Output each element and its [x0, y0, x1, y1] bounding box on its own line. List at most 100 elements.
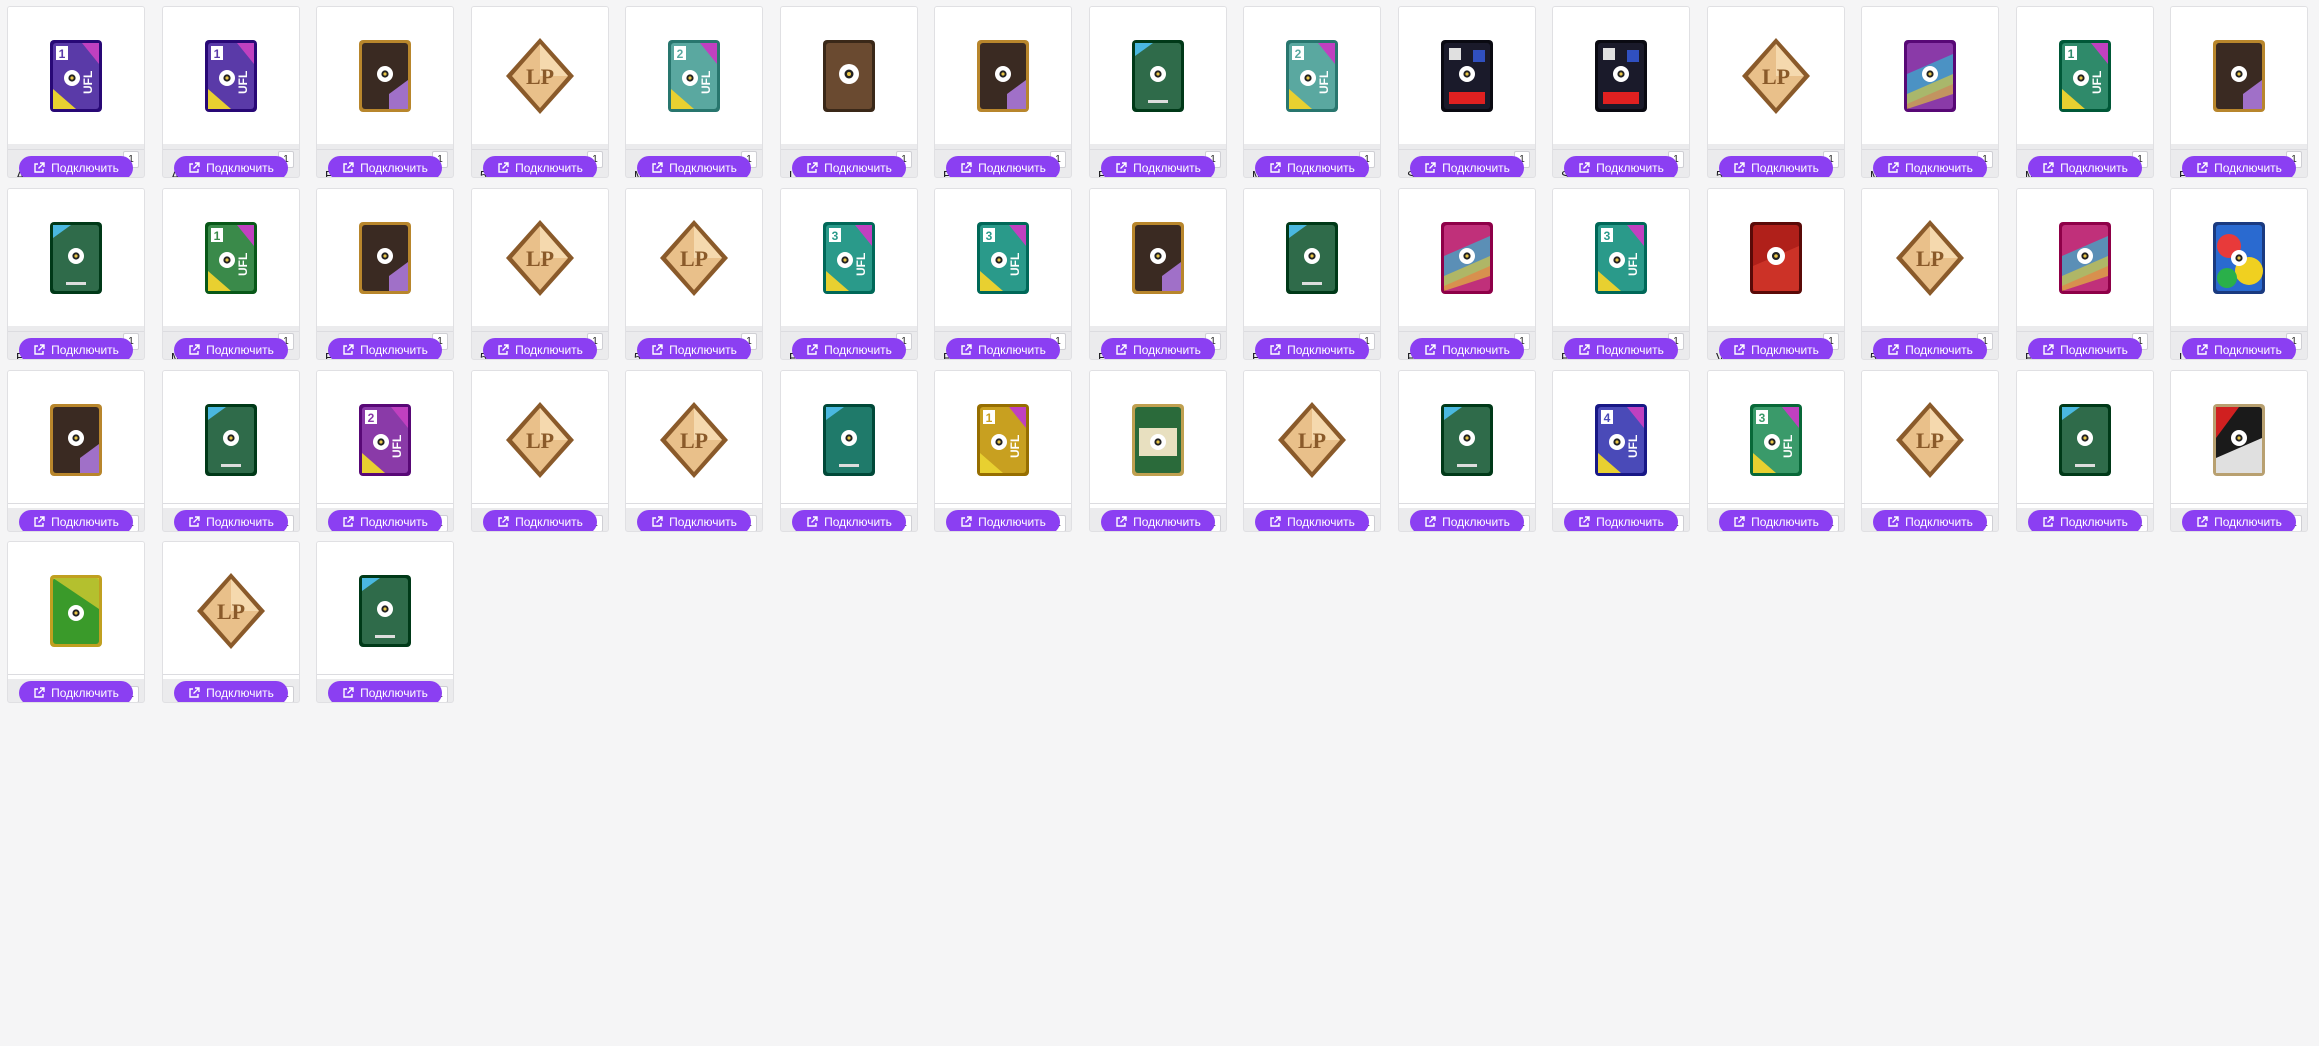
connect-button[interactable]: Подключить [483, 338, 597, 359]
connect-button[interactable]: Подключить [1101, 156, 1215, 177]
pack-card: 1UFL1April GC Pack 1 LabПодключить [7, 6, 145, 178]
connect-button[interactable]: Подключить [19, 156, 133, 177]
external-link-icon [1733, 162, 1745, 174]
connect-button[interactable]: Подключить [174, 338, 288, 359]
connect-button[interactable]: Подключить [2182, 156, 2296, 177]
connect-button[interactable]: Подключить [2028, 510, 2142, 531]
external-link-icon [33, 344, 45, 356]
external-link-icon [1424, 516, 1436, 528]
pack-card: 1Latam packПодключить [2170, 188, 2308, 360]
svg-text:1: 1 [59, 47, 66, 61]
connect-button[interactable]: Подключить [946, 510, 1060, 531]
pack-image: 3 UFL [781, 189, 917, 326]
connect-button-label: Подключить [1287, 515, 1355, 529]
pack-card: 3UFL1February 26 GCПодключить [780, 188, 918, 360]
pack-card: 2UFL1March GC Pack 2 LabПодключить [625, 6, 763, 178]
connect-button[interactable]: Подключить [19, 681, 133, 702]
divider [317, 331, 453, 332]
connect-button[interactable]: Подключить [2182, 338, 2296, 359]
connect-button-label: Подключить [978, 343, 1046, 357]
pack-card: 1March 26 League PackПодключить [1861, 6, 1999, 178]
divider [8, 331, 144, 332]
pack-card: 2UFL1March GC Pack 2 LabПодключить [1243, 6, 1381, 178]
connect-button[interactable]: Подключить [1564, 510, 1678, 531]
external-link-icon [1887, 516, 1899, 528]
pack-card: 1Saudi packПодключить [1089, 370, 1227, 532]
external-link-icon [2042, 162, 2054, 174]
connect-button[interactable]: Подключить [1564, 338, 1678, 359]
pack-card: LP150 LPПодключить [625, 370, 763, 532]
connect-button[interactable]: Подключить [2028, 156, 2142, 177]
divider [1399, 149, 1535, 150]
divider [317, 674, 453, 675]
divider [1553, 149, 1689, 150]
connect-button[interactable]: Подключить [1564, 156, 1678, 177]
pack-card: 1Enhanced LP PackПодключить [7, 370, 145, 532]
connect-button[interactable]: Подключить [174, 156, 288, 177]
svg-text:LP: LP [680, 428, 708, 453]
pack-image [1090, 371, 1226, 508]
connect-button[interactable]: Подключить [1410, 156, 1524, 177]
connect-button[interactable]: Подключить [2182, 510, 2296, 531]
connect-button[interactable]: Подключить [792, 156, 906, 177]
connect-button[interactable]: Подключить [792, 338, 906, 359]
connect-button[interactable]: Подключить [19, 338, 133, 359]
pack-image [1553, 7, 1689, 144]
connect-button[interactable]: Подключить [1410, 338, 1524, 359]
connect-button[interactable]: Подключить [1873, 510, 1987, 531]
connect-button[interactable]: Подключить [2028, 338, 2142, 359]
connect-button[interactable]: Подключить [328, 681, 442, 702]
connect-button[interactable]: Подключить [1719, 338, 1833, 359]
svg-text:1: 1 [2068, 47, 2075, 61]
connect-button[interactable]: Подключить [1873, 156, 1987, 177]
connect-button[interactable]: Подключить [637, 156, 751, 177]
connect-button[interactable]: Подключить [1101, 510, 1215, 531]
external-link-icon [188, 344, 200, 356]
connect-button[interactable]: Подключить [19, 510, 133, 531]
divider [1708, 331, 1844, 332]
connect-button[interactable]: Подключить [328, 338, 442, 359]
connect-button[interactable]: Подключить [1719, 510, 1833, 531]
svg-text:2: 2 [677, 47, 684, 61]
pack-card: 1UFL1April GC Pack 1 LabПодключить [162, 6, 300, 178]
connect-button[interactable]: Подключить [946, 156, 1060, 177]
connect-button-label: Подключить [515, 343, 583, 357]
svg-text:UFL: UFL [1317, 70, 1331, 93]
connect-button[interactable]: Подключить [328, 510, 442, 531]
pack-grid: 1UFL1April GC Pack 1 LabПодключить1UFL1A… [0, 0, 2319, 1046]
connect-button[interactable]: Подключить [328, 156, 442, 177]
connect-button[interactable]: Подключить [1410, 510, 1524, 531]
connect-button[interactable]: Подключить [1255, 156, 1369, 177]
connect-button-label: Подключить [360, 515, 428, 529]
pack-image: 1 UFL [935, 371, 1071, 508]
connect-button-label: Подключить [2214, 161, 2282, 175]
connect-button[interactable]: Подключить [1101, 338, 1215, 359]
connect-button[interactable]: Подключить [1255, 338, 1369, 359]
external-link-icon [188, 516, 200, 528]
pack-image: LP [472, 7, 608, 144]
divider [1090, 503, 1226, 504]
connect-button[interactable]: Подключить [483, 510, 597, 531]
connect-button[interactable]: Подключить [792, 510, 906, 531]
external-link-icon [1269, 162, 1281, 174]
connect-button[interactable]: Подключить [637, 338, 751, 359]
connect-button[interactable]: Подключить [1719, 156, 1833, 177]
external-link-icon [2196, 516, 2208, 528]
connect-button[interactable]: Подключить [174, 510, 288, 531]
connect-button[interactable]: Подключить [637, 510, 751, 531]
connect-button[interactable]: Подключить [1255, 510, 1369, 531]
divider [1090, 149, 1226, 150]
connect-button[interactable]: Подключить [946, 338, 1060, 359]
connect-button[interactable]: Подключить [174, 681, 288, 702]
pack-image: 1 UFL [163, 7, 299, 144]
svg-text:2: 2 [1295, 47, 1302, 61]
divider [781, 149, 917, 150]
divider [2017, 149, 2153, 150]
connect-button[interactable]: Подключить [483, 156, 597, 177]
external-link-icon [960, 162, 972, 174]
divider [472, 331, 608, 332]
connect-button[interactable]: Подключить [1873, 338, 1987, 359]
connect-button-label: Подключить [1905, 343, 1973, 357]
pack-image: 1 UFL [163, 189, 299, 326]
pack-image: 1 UFL [2017, 7, 2153, 144]
